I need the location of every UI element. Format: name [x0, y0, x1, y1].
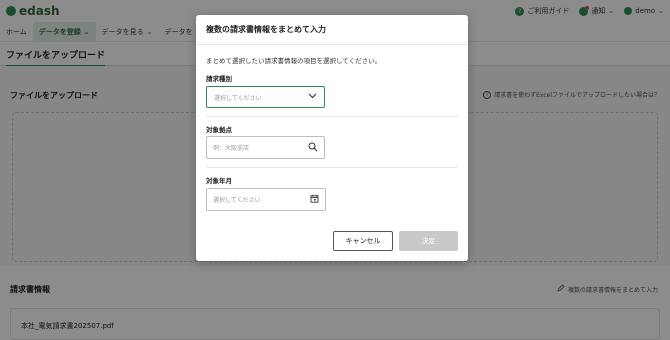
cancel-button[interactable]: キャンセル	[333, 231, 393, 251]
invoice-type-label: 請求種別	[206, 75, 232, 83]
modal-title: 複数の請求書情報をまとめて入力	[206, 25, 326, 34]
modal-body: まとめて選択したい請求書情報の項目を選択してください。	[196, 55, 468, 65]
period-date-picker[interactable]: 選択してください	[206, 188, 326, 211]
field-divider	[206, 167, 458, 168]
location-search-input[interactable]: 例：大阪支店	[206, 136, 325, 159]
modal-header: 複数の請求書情報をまとめて入力	[196, 15, 468, 45]
location-placeholder: 例：大阪支店	[213, 145, 250, 152]
chevron-down-icon	[308, 93, 317, 101]
period-placeholder: 選択してください	[213, 197, 261, 204]
bulk-input-modal: 複数の請求書情報をまとめて入力 まとめて選択したい請求書情報の項目を選択してくだ…	[196, 15, 468, 261]
calendar-icon[interactable]	[310, 194, 319, 205]
invoice-type-placeholder: 選択してください	[214, 94, 262, 102]
field-divider	[206, 116, 458, 117]
confirm-button[interactable]: 決定	[399, 231, 458, 251]
location-label: 対象拠点	[206, 126, 232, 134]
modal-description: まとめて選択したい請求書情報の項目を選択してください。	[206, 57, 382, 65]
search-icon[interactable]	[308, 142, 318, 154]
period-label: 対象年月	[206, 177, 232, 185]
invoice-type-select[interactable]: 選択してください	[206, 86, 325, 108]
